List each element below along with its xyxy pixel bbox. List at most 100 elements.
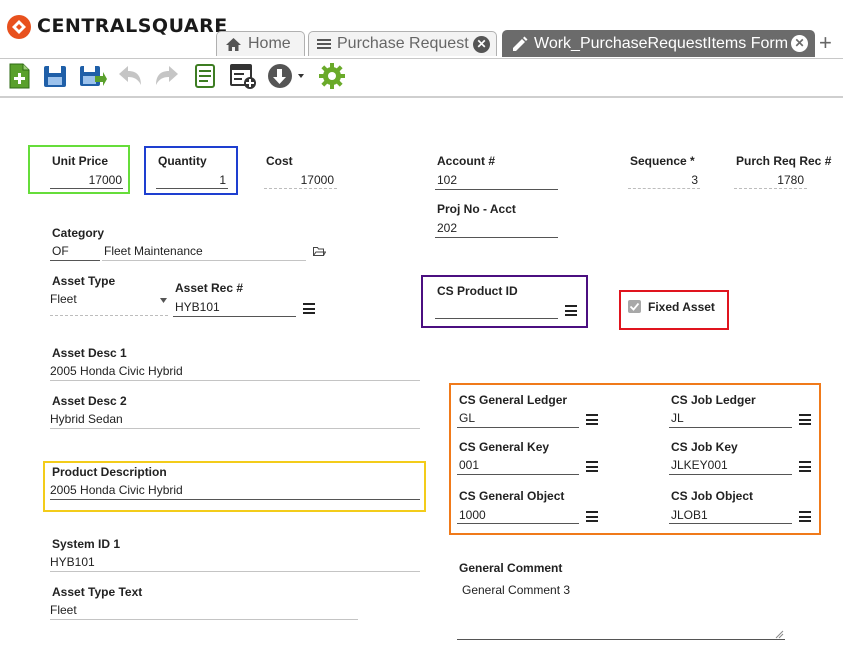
cs-general-object-label: CS General Object: [459, 489, 565, 503]
asset-type-text-underline: [50, 619, 358, 620]
cs-general-object-menu-icon[interactable]: [586, 511, 598, 522]
app-header: CENTRALSQUARE Home Purchase Request ✕ Wo…: [0, 0, 843, 59]
sequence-input[interactable]: 3: [630, 173, 698, 187]
fixed-asset-label: Fixed Asset: [648, 300, 715, 314]
purch-req-rec-label: Purch Req Rec #: [736, 154, 832, 168]
category-description-underline: [102, 260, 306, 261]
cost-underline: [264, 188, 337, 189]
tab-home[interactable]: Home: [216, 31, 305, 56]
folder-lookup-icon[interactable]: [313, 246, 326, 257]
purch-req-rec-value: 1780: [777, 173, 804, 187]
quantity-input[interactable]: 1: [158, 173, 226, 187]
highlight-cs-product-id: [421, 275, 588, 328]
proj-no-acct-input[interactable]: 202: [437, 221, 457, 235]
unit-price-input[interactable]: 17000: [52, 173, 122, 187]
new-tab-button[interactable]: +: [819, 30, 832, 56]
cs-general-key-input[interactable]: 001: [459, 458, 479, 472]
close-tab-icon[interactable]: ✕: [473, 36, 490, 53]
resize-handle-icon[interactable]: [775, 630, 784, 639]
asset-rec-underline: [173, 316, 296, 317]
cost-value: 17000: [300, 173, 334, 187]
asset-type-select[interactable]: Fleet: [50, 292, 77, 306]
asset-desc-1-label: Asset Desc 1: [52, 346, 127, 360]
cs-general-ledger-input[interactable]: GL: [459, 411, 475, 425]
script-icon[interactable]: [190, 61, 220, 91]
save-and-close-icon[interactable]: [77, 61, 107, 91]
system-id-1-label: System ID 1: [52, 537, 121, 551]
cs-product-id-underline: [435, 318, 558, 319]
purch-req-rec-underline: [734, 188, 807, 189]
cs-job-key-input[interactable]: JLKEY001: [671, 458, 728, 472]
quantity-underline: [156, 188, 228, 189]
list-icon: [317, 39, 331, 49]
asset-desc-1-input[interactable]: 2005 Honda Civic Hybrid: [50, 364, 183, 378]
product-description-input[interactable]: 2005 Honda Civic Hybrid: [50, 483, 183, 497]
home-icon: [226, 37, 241, 51]
cs-general-object-input[interactable]: 1000: [459, 508, 486, 522]
system-id-1-underline: [50, 571, 420, 572]
system-id-1-input[interactable]: HYB101: [50, 555, 95, 569]
cs-job-ledger-underline: [669, 427, 792, 428]
account-input[interactable]: 102: [437, 173, 457, 187]
asset-desc-1-underline: [50, 380, 420, 381]
asset-type-text-input[interactable]: Fleet: [50, 603, 77, 617]
general-comment-label: General Comment: [459, 561, 563, 575]
account-underline: [435, 189, 558, 190]
cs-job-key-label: CS Job Key: [671, 440, 738, 454]
cs-job-key-underline: [669, 474, 792, 475]
sequence-underline: [628, 188, 700, 189]
tab-work-purchase-request-items-form[interactable]: Work_PurchaseRequestItems Form ✕: [502, 30, 815, 57]
general-comment-textarea[interactable]: General Comment 3: [462, 583, 570, 597]
asset-rec-input[interactable]: HYB101: [175, 300, 220, 314]
cost-label: Cost: [266, 154, 293, 168]
cs-product-id-menu-icon[interactable]: [565, 305, 577, 316]
cs-job-object-menu-icon[interactable]: [799, 511, 811, 522]
tab-work-form-label: Work_PurchaseRequestItems Form: [534, 35, 789, 52]
tab-purchase-request-label: Purchase Request: [337, 35, 469, 52]
tab-purchase-request[interactable]: Purchase Request ✕: [308, 31, 497, 56]
cs-general-ledger-menu-icon[interactable]: [586, 414, 598, 425]
undo-icon[interactable]: [115, 61, 145, 91]
cs-job-object-label: CS Job Object: [671, 489, 754, 503]
asset-type-label: Asset Type: [52, 274, 116, 288]
cs-job-ledger-input[interactable]: JL: [671, 411, 684, 425]
redo-icon[interactable]: [152, 61, 182, 91]
chevron-down-icon[interactable]: [160, 298, 167, 303]
category-description: Fleet Maintenance: [104, 244, 203, 258]
quantity-label: Quantity: [158, 154, 207, 168]
form-settings-icon[interactable]: [228, 61, 258, 91]
toolbar: [0, 58, 843, 98]
cs-general-key-label: CS General Key: [459, 440, 550, 454]
sequence-label: Sequence *: [630, 154, 695, 168]
proj-no-acct-label: Proj No - Acct: [437, 202, 516, 216]
unit-price-label: Unit Price: [52, 154, 109, 168]
close-tab-icon[interactable]: ✕: [791, 35, 808, 52]
cs-general-key-underline: [457, 474, 579, 475]
category-label: Category: [52, 226, 105, 240]
cs-general-key-menu-icon[interactable]: [586, 461, 598, 472]
product-description-label: Product Description: [52, 465, 167, 479]
navigate-icon[interactable]: [266, 61, 306, 91]
cs-general-ledger-label: CS General Ledger: [459, 393, 568, 407]
category-code-underline: [50, 260, 100, 261]
fixed-asset-checkbox[interactable]: [628, 300, 641, 313]
cs-job-key-menu-icon[interactable]: [799, 461, 811, 472]
general-comment-underline: [457, 639, 785, 640]
pencil-icon: [513, 36, 528, 51]
logo-text: CENTRALSQUARE: [37, 15, 228, 37]
asset-rec-menu-icon[interactable]: [303, 303, 315, 314]
save-icon[interactable]: [40, 61, 70, 91]
settings-gear-icon[interactable]: [317, 61, 347, 91]
account-label: Account #: [437, 154, 496, 168]
cs-job-object-underline: [669, 523, 792, 524]
asset-type-text-label: Asset Type Text: [52, 585, 143, 599]
asset-type-underline: [50, 315, 168, 316]
centralsquare-logo-icon: [7, 15, 31, 39]
asset-desc-2-underline: [50, 428, 420, 429]
cs-job-ledger-menu-icon[interactable]: [799, 414, 811, 425]
asset-desc-2-input[interactable]: Hybrid Sedan: [50, 412, 123, 426]
unit-price-underline: [50, 188, 123, 189]
category-code-input[interactable]: OF: [52, 244, 69, 258]
add-record-icon[interactable]: [4, 61, 34, 91]
cs-job-object-input[interactable]: JLOB1: [671, 508, 708, 522]
